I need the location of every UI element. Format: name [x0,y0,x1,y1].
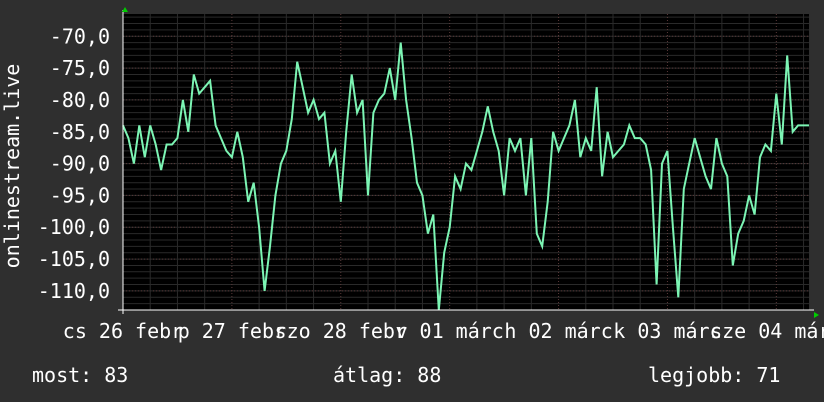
x-tick-labels: cs 26 febrp 27 febrszo 28 febrv 01 márc h… [63,319,824,343]
stat-current: most: 83 [32,363,129,387]
x-tick-label: p 27 febr [178,319,286,343]
y-tick-label: -85,0 [50,120,110,144]
y-tick-label: -90,0 [50,152,110,176]
y-tick-label: -70,0 [50,24,110,48]
y-axis-arrow-icon [122,7,128,12]
x-tick-label: szo 28 febr [275,319,407,343]
stat-average: átlag: 88 [333,363,442,387]
y-tick-label: -100,0 [38,215,110,239]
line-chart: -70,0 -75,0 -80,0 -85,0 -90,0 -95,0 -100,0 -105… [0,7,824,343]
y-tick-label: -75,0 [50,56,110,80]
x-axis-arrow-icon [814,312,819,318]
y-tick-label: -95,0 [50,183,110,207]
y-tick-label: -80,0 [50,88,110,112]
x-tick-label: k 03 márc [613,319,721,343]
x-tick-label: sze 04 márc [710,319,824,343]
y-tick-label: -110,0 [38,279,110,303]
y-tick-labels: -70,0 -75,0 -80,0 -85,0 -90,0 -95,0 -100,0 -105… [38,24,110,303]
stat-best: legjobb: 71 [648,363,781,387]
y-axis-label: onlinestream.live [0,64,24,269]
y-tick-label: -105,0 [38,247,110,271]
x-tick-label: cs 26 febr [63,319,183,343]
x-tick-label: h 02 márc [504,319,612,343]
x-tick-label: v 01 márc [395,319,503,343]
